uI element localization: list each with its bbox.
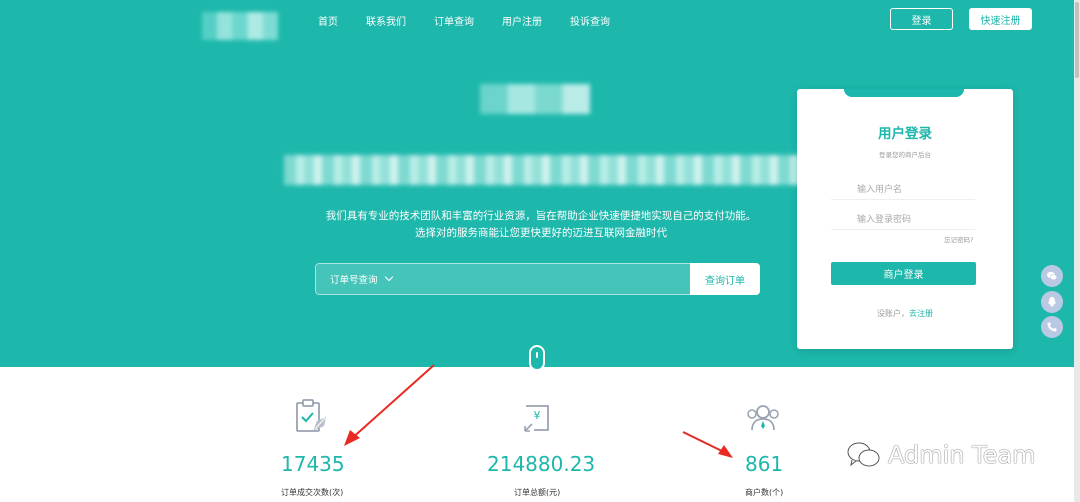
watermark-text: Admin Team	[888, 441, 1036, 469]
quick-register-button[interactable]: 快速注册	[969, 8, 1032, 30]
chevron-down-icon	[384, 272, 393, 282]
hero-description-line2: 选择对的服务商能让您更快更好的迈进互联网金融时代	[415, 227, 667, 239]
brand-name-pixelated	[480, 84, 590, 114]
admin-team-watermark: Admin Team	[846, 441, 1036, 469]
annotation-arrow-right	[682, 431, 733, 458]
stat-merchant-count-value: 861	[745, 452, 784, 476]
user-login-card: 用户登录 登录您的商户后台 忘记密码? 商户登录 没账户，去注册	[797, 89, 1013, 349]
card-notch	[844, 89, 964, 97]
query-order-button[interactable]: 查询订单	[690, 263, 760, 295]
login-card-title: 用户登录	[878, 126, 932, 142]
order-search-bar: 订单号查询 查询订单	[315, 263, 760, 295]
order-query-type-label: 订单号查询	[330, 275, 378, 286]
stat-order-total-label: 订单总额(元)	[514, 488, 561, 497]
nav-item-complaint-query[interactable]: 投诉查询	[570, 13, 610, 28]
qq-float-button[interactable]	[1041, 291, 1063, 313]
stat-orders-count-label: 订单成交次数(次)	[281, 488, 344, 497]
scroll-mouse-icon[interactable]	[529, 345, 545, 371]
wechat-float-button[interactable]	[1041, 265, 1063, 287]
users-icon	[747, 405, 779, 431]
register-prompt: 没账户，去注册	[797, 308, 1013, 319]
phone-float-button[interactable]	[1041, 316, 1063, 338]
annotation-arrow-left	[344, 364, 435, 446]
nav-item-order-query[interactable]: 订单查询	[434, 13, 474, 28]
go-register-link[interactable]: 去注册	[909, 309, 933, 318]
hero-description-line1: 我们具有专业的技术团队和丰富的行业资源，旨在帮助企业快速便捷地实现自己的支付功能…	[325, 210, 757, 222]
scrollbar-thumb[interactable]	[1075, 2, 1079, 78]
headline-pixelated	[284, 155, 800, 185]
phone-icon	[1047, 322, 1057, 332]
forgot-password-link[interactable]: 忘记密码?	[944, 234, 973, 244]
nav-item-home[interactable]: 首页	[318, 13, 338, 28]
order-query-type-select[interactable]: 订单号查询	[315, 263, 690, 295]
login-card-subtitle: 登录您的商户后台	[879, 151, 931, 159]
nav-item-user-register[interactable]: 用户注册	[502, 13, 542, 28]
merchant-login-button[interactable]: 商户登录	[831, 262, 976, 285]
stat-orders-count-value: 17435	[281, 452, 345, 476]
password-input[interactable]	[831, 210, 975, 230]
login-button[interactable]: 登录	[890, 8, 953, 30]
no-account-text: 没账户，	[877, 309, 909, 318]
clipboard-check-icon	[296, 399, 326, 432]
yuan-transfer-icon: ¥	[524, 405, 549, 432]
page-scrollbar[interactable]	[1074, 0, 1080, 502]
wechat-logo-icon	[847, 442, 880, 467]
qq-penguin-icon	[1048, 297, 1056, 307]
site-logo-pixelated[interactable]	[202, 12, 278, 40]
nav-item-contact[interactable]: 联系我们	[366, 13, 406, 28]
svg-text:¥: ¥	[534, 409, 541, 422]
stat-order-total-value: 214880.23	[487, 452, 596, 476]
username-input[interactable]	[831, 180, 975, 200]
top-nav: 首页 联系我们 订单查询 用户注册 投诉查询	[318, 13, 638, 28]
wechat-icon	[1047, 271, 1058, 281]
stat-merchant-count-label: 商户数(个)	[745, 488, 784, 497]
